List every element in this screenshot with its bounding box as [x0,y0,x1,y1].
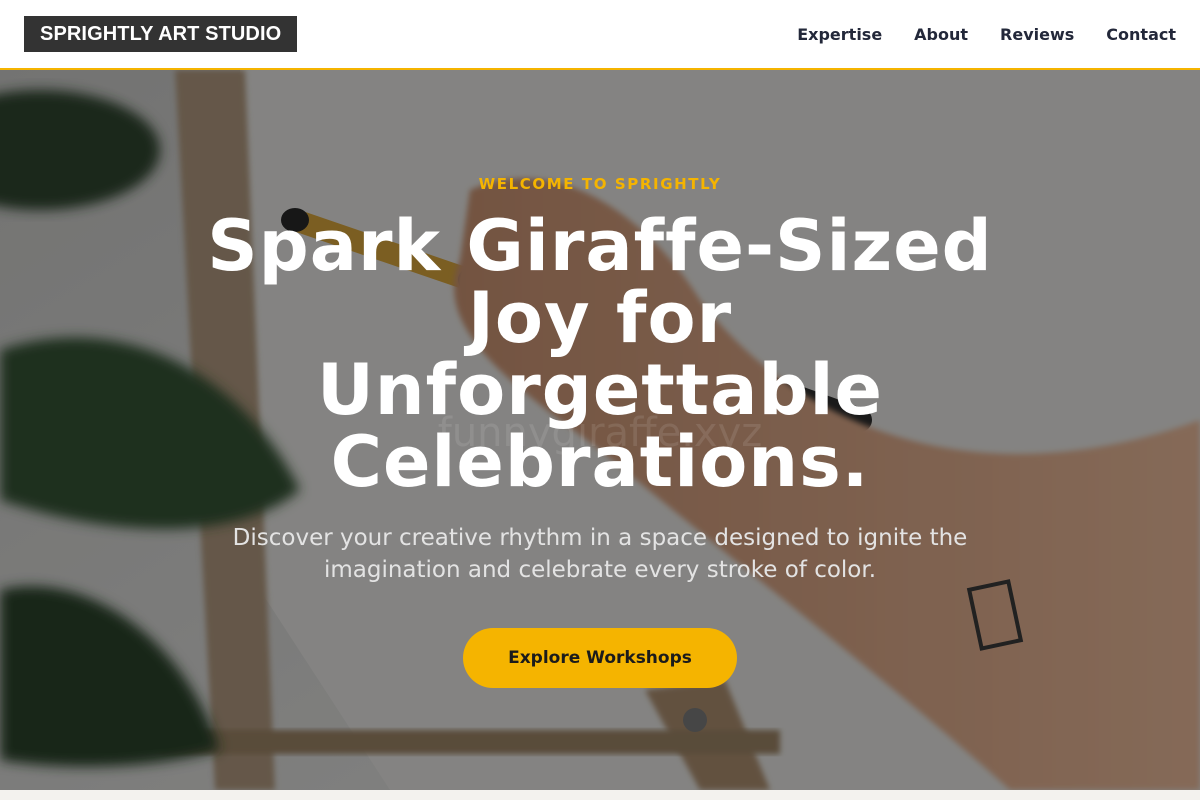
headline-line: Celebrations. [330,421,870,503]
nav-link-reviews[interactable]: Reviews [1000,25,1074,44]
nav-link-contact[interactable]: Contact [1106,25,1176,44]
hero-subtext: Discover your creative rhythm in a space… [232,525,968,583]
headline-line: Spark Giraffe-Sized [207,205,993,287]
site-header: SPRIGHTLY ART STUDIO Expertise About Rev… [0,0,1200,70]
headline-line: Joy for [467,277,733,359]
nav-link-expertise[interactable]: Expertise [797,25,882,44]
nav-link-about[interactable]: About [914,25,968,44]
main-nav: Expertise About Reviews Contact [797,25,1176,44]
headline-line: Unforgettable [316,349,884,431]
hero-eyebrow: WELCOME TO SPRIGHTLY [478,175,722,193]
explore-workshops-button[interactable]: Explore Workshops [463,628,737,688]
hero-section: funnygiraffe.xyz WELCOME TO SPRIGHTLY Sp… [0,70,1200,790]
hero-headline: Spark Giraffe-Sized Joy for Unforgettabl… [200,210,1000,498]
brand-logo[interactable]: SPRIGHTLY ART STUDIO [24,16,298,52]
page-bottom-strip [0,790,1200,800]
hero-content: WELCOME TO SPRIGHTLY Spark Giraffe-Sized… [0,70,1200,790]
